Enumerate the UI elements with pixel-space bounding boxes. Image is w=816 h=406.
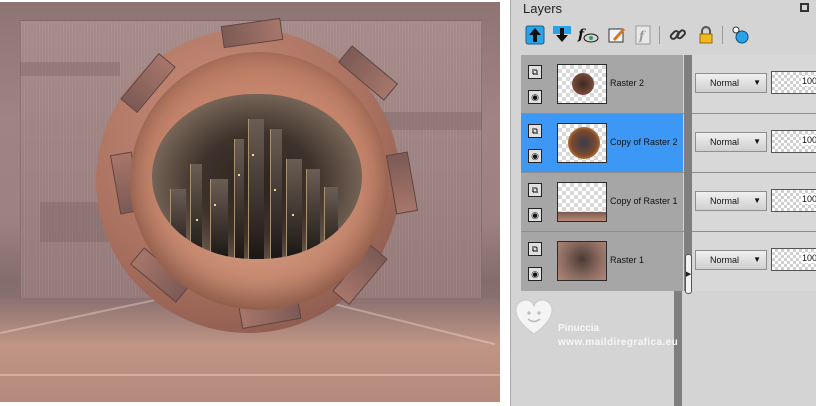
opacity-field[interactable]: 100 — [771, 189, 816, 212]
blend-mode-value: Normal — [710, 196, 740, 206]
layer-thumbnail — [557, 241, 607, 281]
opacity-value: 100 — [800, 135, 816, 145]
layer-row[interactable]: ⧉ ◉ Raster 2 — [521, 55, 683, 113]
tower — [234, 139, 244, 259]
layers-list: ⧉ ◉ Raster 2 Normal ▼ 100 ⧉ ◉ Copy of Ra… — [521, 55, 816, 294]
visibility-eye-icon[interactable]: ◉ — [528, 90, 542, 104]
layer-thumbnail — [557, 64, 607, 104]
watermark: Pinuccia www.maildiregrafica.eu — [512, 296, 712, 356]
tower — [324, 187, 338, 259]
window-light — [274, 189, 276, 191]
opacity-field[interactable]: 100 — [771, 248, 816, 271]
tower — [286, 159, 302, 259]
layer-group-toggle-icon[interactable]: ⧉ — [528, 124, 542, 138]
layer-label: Copy of Raster 1 — [610, 196, 678, 206]
window-light — [214, 204, 216, 206]
floor-line — [0, 374, 500, 376]
blend-mode-value: Normal — [710, 78, 740, 88]
watermark-author: Pinuccia — [558, 323, 600, 334]
layer-effects-icon[interactable]: f — [577, 24, 599, 46]
window-light — [196, 219, 198, 221]
layer-group-toggle-icon[interactable]: ⧉ — [528, 65, 542, 79]
layer-group-toggle-icon[interactable]: ⧉ — [528, 242, 542, 256]
tower — [248, 119, 264, 259]
opacity-value: 100 — [800, 194, 816, 204]
tower — [306, 169, 320, 259]
move-layer-up-icon[interactable] — [524, 24, 546, 46]
chevron-down-icon: ▼ — [753, 255, 761, 264]
window-light — [292, 214, 294, 216]
visibility-eye-icon[interactable]: ◉ — [528, 149, 542, 163]
image-canvas-area[interactable] — [0, 0, 503, 406]
chevron-down-icon: ▼ — [753, 137, 761, 146]
city-skyline — [152, 94, 362, 259]
tower — [190, 164, 202, 259]
panel-maximize-button[interactable] — [800, 3, 809, 12]
lock-icon[interactable] — [695, 24, 717, 46]
toolbar-separator — [659, 26, 660, 44]
opacity-field[interactable]: 100 — [771, 71, 816, 94]
layer-row-selected[interactable]: ⧉ ◉ Copy of Raster 2 — [521, 114, 683, 172]
layer-properties-icon[interactable] — [730, 24, 752, 46]
window-light — [252, 154, 254, 156]
link-icon[interactable] — [667, 24, 689, 46]
move-layer-down-icon[interactable] — [551, 24, 573, 46]
tower — [170, 189, 186, 259]
panel-title: Layers — [523, 1, 563, 16]
edit-layer-icon[interactable] — [606, 24, 628, 46]
tower — [270, 129, 282, 259]
heart-logo-icon — [515, 299, 553, 335]
canvas-band — [380, 112, 482, 130]
watermark-url: www.maildiregrafica.eu — [558, 337, 679, 348]
layer-thumbnail — [557, 123, 607, 163]
layer-thumbnail — [557, 182, 607, 222]
blend-mode-dropdown[interactable]: Normal ▼ — [695, 250, 767, 270]
layers-toolbar: f f — [511, 22, 816, 50]
blend-mode-dropdown[interactable]: Normal ▼ — [695, 73, 767, 93]
blend-mode-dropdown[interactable]: Normal ▼ — [695, 132, 767, 152]
window-light — [238, 174, 240, 176]
layer-label: Raster 2 — [610, 78, 645, 88]
blend-mode-value: Normal — [710, 255, 740, 265]
layer-label: Raster 1 — [610, 255, 645, 265]
blend-mode-dropdown[interactable]: Normal ▼ — [695, 191, 767, 211]
canvas-band — [20, 62, 120, 76]
link-layer-icon[interactable]: f — [632, 24, 654, 46]
chevron-down-icon: ▼ — [753, 78, 761, 87]
visibility-eye-icon[interactable]: ◉ — [528, 267, 542, 281]
image-canvas[interactable] — [0, 2, 500, 402]
opacity-field[interactable]: 100 — [771, 130, 816, 153]
blend-mode-value: Normal — [710, 137, 740, 147]
layer-label: Copy of Raster 2 — [610, 137, 678, 147]
divider-handle[interactable]: ▶ — [685, 254, 692, 294]
layer-row[interactable]: ⧉ ◉ Copy of Raster 1 — [521, 173, 683, 231]
layer-row[interactable]: ⧉ ◉ Raster 1 — [521, 232, 683, 290]
tower — [210, 179, 228, 259]
toolbar-separator — [722, 26, 723, 44]
opacity-value: 100 — [800, 76, 816, 86]
opacity-value: 100 — [800, 253, 816, 263]
visibility-eye-icon[interactable]: ◉ — [528, 208, 542, 222]
layer-group-toggle-icon[interactable]: ⧉ — [528, 183, 542, 197]
panel-header: Layers — [511, 0, 816, 17]
chevron-down-icon: ▼ — [753, 196, 761, 205]
